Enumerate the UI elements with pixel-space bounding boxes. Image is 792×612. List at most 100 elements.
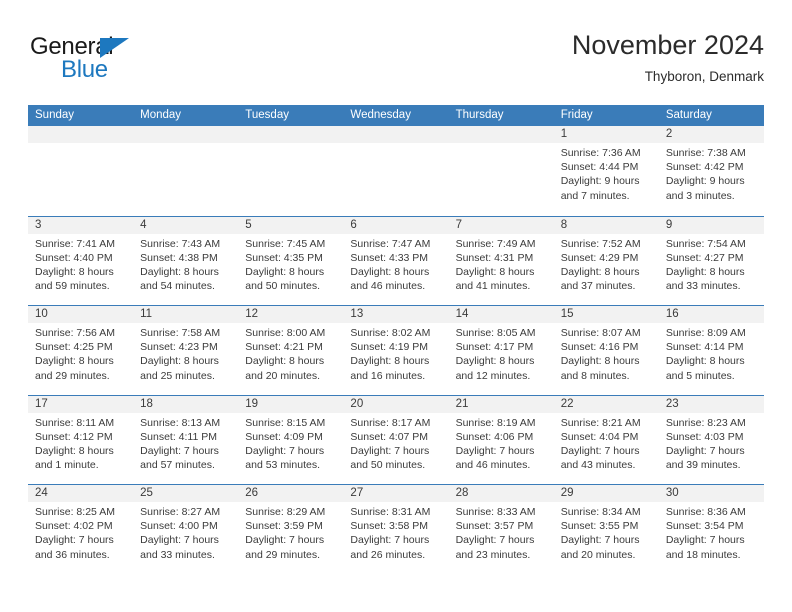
day-cell-empty (448, 126, 554, 216)
sunrise-text: Sunrise: 8:09 AM (665, 327, 746, 339)
day-info: Sunrise: 7:36 AM Sunset: 4:44 PM Daylight:… (554, 143, 659, 203)
day-cell[interactable]: 9 Sunrise: 7:54 AM Sunset: 4:27 PM Daylight… (658, 216, 764, 305)
daylight-text-line2: and 26 minutes. (350, 548, 426, 561)
daylight-text-line1: Daylight: 7 hours (35, 534, 114, 547)
day-number-bar: 2 (658, 126, 764, 143)
sunrise-text: Sunrise: 8:23 AM (665, 416, 746, 429)
sunset-text: Sunset: 3:55 PM (560, 520, 639, 533)
day-cell[interactable]: 13 Sunrise: 8:02 AM Sunset: 4:19 PM Dayligh… (343, 306, 449, 395)
daylight-text-line2: and 16 minutes. (350, 369, 426, 382)
daylight-text-line2: and 46 minutes. (455, 459, 531, 472)
day-cell[interactable]: 29 Sunrise: 8:34 AM Sunset: 3:55 PM Dayligh… (553, 485, 659, 574)
day-number-bar: 7 (448, 216, 554, 234)
day-cell[interactable]: 25 Sunrise: 8:27 AM Sunset: 4:00 PM Dayligh… (133, 485, 239, 574)
day-number-bar: 6 (343, 216, 449, 234)
sunrise-text: Sunrise: 8:13 AM (140, 416, 221, 429)
logo-text-blue: Blue (61, 56, 108, 83)
day-number: 15 (560, 308, 574, 320)
day-cell[interactable]: 15 Sunrise: 8:07 AM Sunset: 4:16 PM Dayligh… (553, 306, 659, 395)
day-number: 7 (455, 218, 462, 231)
sunrise-text: Sunrise: 8:31 AM (350, 506, 431, 518)
day-cell[interactable]: 19 Sunrise: 8:15 AM Sunset: 4:09 PM Dayligh… (238, 395, 344, 484)
day-cell[interactable]: 4 Sunrise: 7:43 AM Sunset: 4:38 PM Daylight… (133, 216, 239, 305)
day-info: Sunrise: 7:38 AM Sunset: 4:42 PM Daylight:… (659, 143, 764, 203)
day-cell[interactable]: 8 Sunrise: 7:52 AM Sunset: 4:29 PM Daylight… (553, 216, 659, 305)
daylight-text-line2: and 46 minutes. (350, 280, 426, 293)
page-subtitle: Thyboron, Denmark (644, 69, 764, 84)
sunset-text: Sunset: 4:44 PM (560, 161, 639, 174)
day-number-bar: 25 (133, 485, 239, 502)
day-cell[interactable]: 20 Sunrise: 8:17 AM Sunset: 4:07 PM Dayligh… (343, 395, 449, 484)
day-cell[interactable]: 7 Sunrise: 7:49 AM Sunset: 4:31 PM Daylight… (448, 216, 554, 305)
day-cell[interactable]: 14 Sunrise: 8:05 AM Sunset: 4:17 PM Dayligh… (448, 306, 554, 395)
sunrise-text: Sunrise: 8:05 AM (455, 327, 536, 339)
day-number: 6 (350, 218, 357, 231)
daylight-text-line1: Daylight: 8 hours (140, 355, 219, 368)
daylight-text-line1: Daylight: 9 hours (560, 175, 640, 188)
day-cell[interactable]: 26 Sunrise: 8:29 AM Sunset: 3:59 PM Dayligh… (238, 485, 344, 574)
day-cell[interactable]: 5 Sunrise: 7:45 AM Sunset: 4:35 PM Daylight… (238, 216, 344, 305)
daylight-text-line1: Daylight: 8 hours (35, 355, 114, 368)
day-cell[interactable]: 17 Sunrise: 8:11 AM Sunset: 4:12 PM Dayligh… (28, 395, 134, 484)
daylight-text-line2: and 20 minutes. (245, 369, 320, 382)
day-info: Sunrise: 8:11 AM Sunset: 4:12 PM Daylight:… (28, 413, 133, 473)
daylight-text-line2: and 50 minutes. (245, 280, 320, 293)
day-number-bar: 14 (448, 306, 554, 323)
calendar-page: General Blue November 2024 Thyboron, Den… (0, 0, 792, 612)
day-number-bar: 26 (238, 485, 344, 502)
daylight-text-line2: and 12 minutes. (455, 369, 531, 382)
sunrise-text: Sunrise: 8:00 AM (245, 327, 326, 339)
title-block: November 2024 Thyboron, Denmark (572, 28, 764, 87)
day-cell[interactable]: 6 Sunrise: 7:47 AM Sunset: 4:33 PM Daylight… (343, 216, 449, 305)
sunrise-text: Sunrise: 8:25 AM (35, 506, 115, 518)
day-number-bar: 20 (343, 395, 449, 413)
sunrise-text: Sunrise: 7:43 AM (140, 237, 221, 250)
day-number: 21 (455, 397, 469, 410)
triangle-icon (100, 38, 129, 58)
day-cell[interactable]: 22 Sunrise: 8:21 AM Sunset: 4:04 PM Dayligh… (553, 395, 659, 484)
calendar-week-row: 3 Sunrise: 7:41 AM Sunset: 4:40 PM Daylight… (28, 215, 764, 305)
day-cell[interactable]: 3 Sunrise: 7:41 AM Sunset: 4:40 PM Daylight… (28, 216, 134, 305)
weekday-header-friday: Friday (560, 109, 593, 121)
calendar-week-row: 10 Sunrise: 7:56 AM Sunset: 4:25 PM Dayligh… (28, 305, 764, 395)
day-cell[interactable]: 16 Sunrise: 8:09 AM Sunset: 4:14 PM Dayligh… (658, 306, 764, 395)
daylight-text-line2: and 39 minutes. (665, 459, 741, 472)
general-blue-logo[interactable]: General Blue (30, 34, 260, 94)
day-cell[interactable]: 18 Sunrise: 8:13 AM Sunset: 4:11 PM Dayligh… (133, 395, 239, 484)
day-cell[interactable]: 30 Sunrise: 8:36 AM Sunset: 3:54 PM Dayligh… (658, 485, 764, 574)
day-info: Sunrise: 8:33 AM Sunset: 3:57 PM Daylight:… (449, 502, 554, 562)
day-cell[interactable]: 28 Sunrise: 8:33 AM Sunset: 3:57 PM Dayligh… (448, 485, 554, 574)
sunset-text: Sunset: 4:35 PM (245, 251, 323, 264)
day-cell[interactable]: 2 Sunrise: 7:38 AM Sunset: 4:42 PM Daylight… (658, 126, 764, 216)
page-title: November 2024 (571, 30, 764, 60)
day-info: Sunrise: 8:17 AM Sunset: 4:07 PM Daylight:… (343, 413, 448, 473)
day-cell[interactable]: 1 Sunrise: 7:36 AM Sunset: 4:44 PM Daylight… (553, 126, 659, 216)
day-info: Sunrise: 8:00 AM Sunset: 4:21 PM Daylight:… (238, 323, 343, 383)
day-cell[interactable]: 12 Sunrise: 8:00 AM Sunset: 4:21 PM Dayligh… (238, 306, 344, 395)
sunset-text: Sunset: 4:21 PM (245, 341, 323, 354)
day-cell[interactable]: 11 Sunrise: 7:58 AM Sunset: 4:23 PM Dayligh… (133, 306, 239, 395)
day-number-bar (238, 126, 344, 143)
sunrise-text: Sunrise: 7:36 AM (560, 147, 641, 159)
day-number: 25 (140, 487, 153, 499)
day-cell[interactable]: 23 Sunrise: 8:23 AM Sunset: 4:03 PM Dayligh… (658, 395, 764, 484)
sunset-text: Sunset: 4:27 PM (665, 251, 744, 264)
sunrise-text: Sunrise: 8:07 AM (560, 327, 641, 339)
sunset-text: Sunset: 4:33 PM (350, 251, 429, 264)
day-cell[interactable]: 27 Sunrise: 8:31 AM Sunset: 3:58 PM Dayligh… (343, 485, 449, 574)
day-cell[interactable]: 21 Sunrise: 8:19 AM Sunset: 4:06 PM Dayligh… (448, 395, 554, 484)
day-info: Sunrise: 8:19 AM Sunset: 4:06 PM Daylight:… (449, 413, 554, 473)
calendar-week-row: 24 Sunrise: 8:25 AM Sunset: 4:02 PM Dayligh… (28, 484, 764, 574)
day-cell[interactable]: 10 Sunrise: 7:56 AM Sunset: 4:25 PM Dayligh… (28, 306, 134, 395)
sunset-text: Sunset: 4:40 PM (35, 251, 113, 264)
day-cell[interactable]: 24 Sunrise: 8:25 AM Sunset: 4:02 PM Dayligh… (28, 485, 134, 574)
calendar-week-row: 1 Sunrise: 7:36 AM Sunset: 4:44 PM Daylight… (28, 126, 764, 216)
day-info: Sunrise: 8:21 AM Sunset: 4:04 PM Daylight:… (554, 413, 659, 473)
sunrise-text: Sunrise: 7:52 AM (560, 237, 641, 250)
sunset-text: Sunset: 3:58 PM (350, 520, 429, 533)
daylight-text-line1: Daylight: 7 hours (665, 444, 745, 457)
sunrise-text: Sunrise: 8:19 AM (455, 416, 536, 429)
sunset-text: Sunset: 4:31 PM (455, 251, 534, 264)
day-number: 10 (35, 308, 48, 320)
weekday-header-row: Sunday Monday Tuesday Wednesday Thursday… (28, 105, 764, 126)
